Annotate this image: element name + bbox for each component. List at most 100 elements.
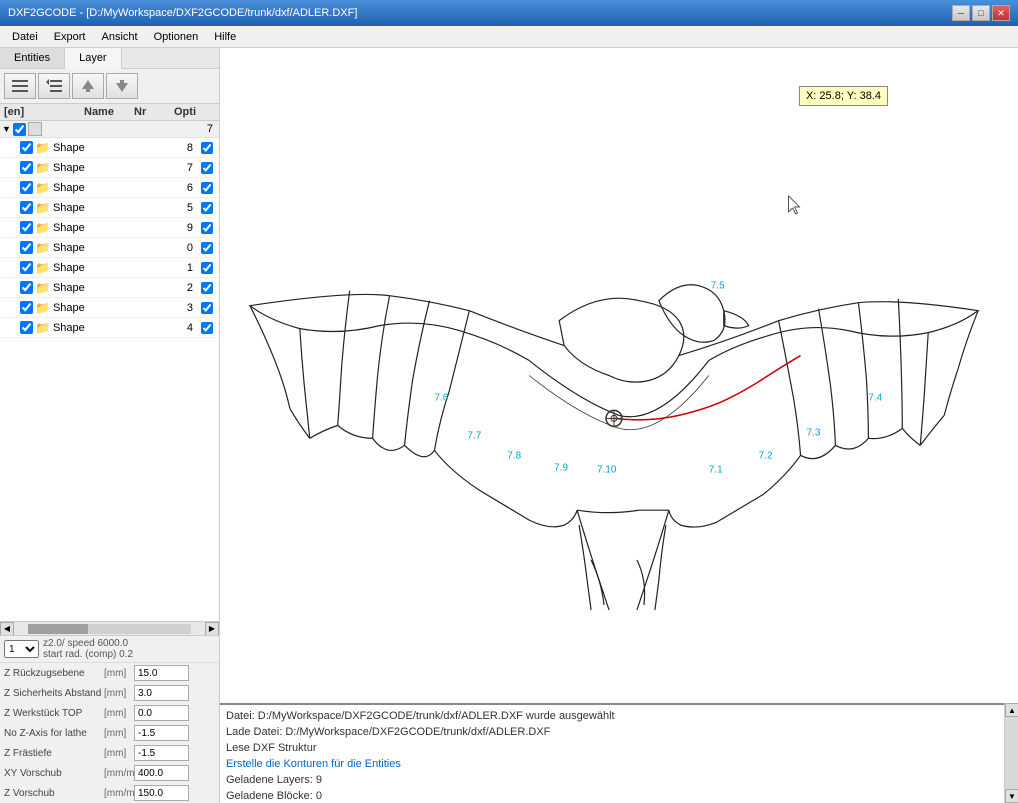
- shape-opt-3[interactable]: [197, 302, 217, 314]
- shape-checkbox-9[interactable]: [20, 221, 33, 234]
- log-scroll-down[interactable]: ▼: [1005, 789, 1018, 803]
- shape-opt-7[interactable]: [197, 162, 217, 174]
- root-checkbox[interactable]: [13, 123, 26, 136]
- scrollbar-track[interactable]: [28, 624, 191, 634]
- list-item[interactable]: 📁 Shape 3: [0, 298, 219, 318]
- z-depth-value[interactable]: -1.5: [134, 745, 189, 761]
- z-safety-value[interactable]: 3.0: [134, 685, 189, 701]
- horizontal-scrollbar[interactable]: ◀ ▶: [0, 621, 219, 635]
- move-up-button[interactable]: [72, 73, 104, 99]
- folder-icon: 📁: [35, 321, 50, 335]
- tab-entities[interactable]: Entities: [0, 48, 65, 68]
- tree-root-row[interactable]: ▼ 7: [0, 121, 219, 138]
- z-lathe-row: No Z-Axis for lathe [mm] -1.5: [0, 723, 219, 743]
- shape-checkbox-5[interactable]: [20, 201, 33, 214]
- canvas-area[interactable]: 7.5 7.6 7.7 7.8 7.9 7.10 7.1 7.2 7.3 7.4…: [220, 48, 1018, 803]
- maximize-button[interactable]: □: [972, 5, 990, 21]
- shape-checkbox-6[interactable]: [20, 181, 33, 194]
- menu-datei[interactable]: Datei: [4, 29, 46, 45]
- shape-checkbox-1[interactable]: [20, 261, 33, 274]
- menu-optionen[interactable]: Optionen: [146, 29, 207, 45]
- list-item[interactable]: 📁 Shape 8: [0, 138, 219, 158]
- minimize-button[interactable]: ─: [952, 5, 970, 21]
- title-bar: DXF2GCODE - [D:/MyWorkspace/DXF2GCODE/tr…: [0, 0, 1018, 26]
- log-scroll-track[interactable]: [1005, 717, 1018, 789]
- main-container: Entities Layer: [0, 48, 1018, 803]
- log-line-6: Geladene Blöcke: 0: [226, 788, 1012, 803]
- shape-num-4: 4: [172, 322, 197, 334]
- list-item[interactable]: 📁 Shape 9: [0, 218, 219, 238]
- shape-opt-2[interactable]: [197, 282, 217, 294]
- folder-icon: 📁: [35, 181, 50, 195]
- z-safety-unit: [mm]: [104, 688, 134, 699]
- shape-opt-4[interactable]: [197, 322, 217, 334]
- xy-feed-row: XY Vorschub [mm/min] 400.0: [0, 763, 219, 783]
- shape-checkbox-2[interactable]: [20, 281, 33, 294]
- shape-num-3: 3: [172, 302, 197, 314]
- shape-label-0: Shape: [53, 242, 172, 254]
- z-top-value[interactable]: 0.0: [134, 705, 189, 721]
- z-lathe-unit: [mm]: [104, 728, 134, 739]
- shape-opt-6[interactable]: [197, 182, 217, 194]
- tree-header: [en] Name Nr Opti: [0, 104, 219, 121]
- log-scrollbar[interactable]: ▲ ▼: [1004, 703, 1018, 803]
- shape-opt-1[interactable]: [197, 262, 217, 274]
- list-item[interactable]: 📁 Shape 6: [0, 178, 219, 198]
- shape-opt-9[interactable]: [197, 222, 217, 234]
- scroll-right[interactable]: ▶: [205, 622, 219, 636]
- z-lathe-label: No Z-Axis for lathe: [4, 728, 104, 739]
- xy-feed-value[interactable]: 400.0: [134, 765, 189, 781]
- log-scroll-up[interactable]: ▲: [1005, 703, 1018, 717]
- log-area: Datei: D:/MyWorkspace/DXF2GCODE/trunk/dx…: [220, 703, 1018, 803]
- shape-opt-8[interactable]: [197, 142, 217, 154]
- label-7-7: 7.7: [467, 430, 481, 441]
- shape-checkbox-7[interactable]: [20, 161, 33, 174]
- shape-checkbox-8[interactable]: [20, 141, 33, 154]
- z-feed-value[interactable]: 150.0: [134, 785, 189, 801]
- log-line-1: Datei: D:/MyWorkspace/DXF2GCODE/trunk/dx…: [226, 708, 1012, 724]
- speed-select[interactable]: 1: [4, 640, 39, 658]
- shape-opt-5[interactable]: [197, 202, 217, 214]
- shape-num-9: 9: [172, 222, 197, 234]
- xy-feed-label: XY Vorschub: [4, 768, 104, 779]
- list-item[interactable]: 📁 Shape 0: [0, 238, 219, 258]
- z-feed-unit: [mm/min]: [104, 788, 134, 799]
- menu-bar: Datei Export Ansicht Optionen Hilfe: [0, 26, 1018, 48]
- scrollbar-thumb[interactable]: [28, 624, 88, 634]
- list-item[interactable]: 📁 Shape 4: [0, 318, 219, 338]
- shape-num-6: 6: [172, 182, 197, 194]
- xy-feed-unit: [mm/min]: [104, 768, 134, 779]
- shape-checkbox-4[interactable]: [20, 321, 33, 334]
- left-panel: Entities Layer: [0, 48, 220, 803]
- label-7-8: 7.8: [507, 450, 521, 461]
- window-title: DXF2GCODE - [D:/MyWorkspace/DXF2GCODE/tr…: [8, 7, 357, 19]
- close-button[interactable]: ✕: [992, 5, 1010, 21]
- list-item[interactable]: 📁 Shape 2: [0, 278, 219, 298]
- z-retract-label: Z Rückzugsebene: [4, 668, 104, 679]
- collapse-button[interactable]: [38, 73, 70, 99]
- list-item[interactable]: 📁 Shape 7: [0, 158, 219, 178]
- menu-ansicht[interactable]: Ansicht: [93, 29, 145, 45]
- log-line-4: Erstelle die Konturen für die Entities: [226, 756, 1012, 772]
- scroll-left[interactable]: ◀: [0, 622, 14, 636]
- label-7-4: 7.4: [868, 392, 882, 403]
- move-down-button[interactable]: [106, 73, 138, 99]
- z-retract-value[interactable]: 15.0: [134, 665, 189, 681]
- list-view-button[interactable]: [4, 73, 36, 99]
- menu-hilfe[interactable]: Hilfe: [206, 29, 244, 45]
- menu-export[interactable]: Export: [46, 29, 94, 45]
- shape-checkbox-3[interactable]: [20, 301, 33, 314]
- list-item[interactable]: 📁 Shape 1: [0, 258, 219, 278]
- shape-label-4: Shape: [53, 322, 172, 334]
- shape-label-1: Shape: [53, 262, 172, 274]
- z-feed-row: Z Vorschub [mm/min] 150.0: [0, 783, 219, 803]
- label-7-2: 7.2: [759, 450, 773, 461]
- shape-checkbox-0[interactable]: [20, 241, 33, 254]
- tab-layer[interactable]: Layer: [65, 48, 122, 69]
- list-item[interactable]: 📁 Shape 5: [0, 198, 219, 218]
- cursor-indicator: [789, 196, 800, 214]
- z-feed-label: Z Vorschub: [4, 788, 104, 799]
- z-lathe-value[interactable]: -1.5: [134, 725, 189, 741]
- shape-opt-0[interactable]: [197, 242, 217, 254]
- folder-icon: 📁: [35, 141, 50, 155]
